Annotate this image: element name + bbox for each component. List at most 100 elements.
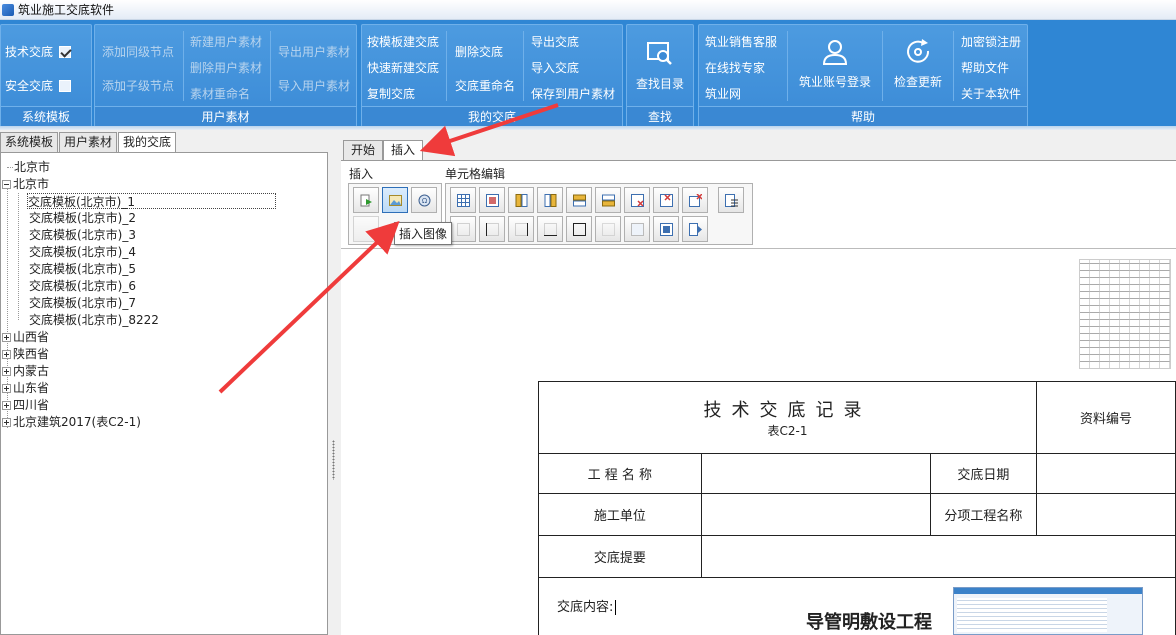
border-all-button[interactable] <box>595 216 621 242</box>
add-child-node-button[interactable]: 添加子级节点 <box>102 78 174 94</box>
tree-item-template-3[interactable]: 交底模板(北京市)_3 <box>29 227 136 243</box>
delete-column-button[interactable] <box>653 187 679 213</box>
table-button[interactable] <box>450 187 476 213</box>
border-top-button[interactable] <box>537 216 563 242</box>
insert-row-above-button[interactable] <box>566 187 592 213</box>
insert-image-button[interactable] <box>382 187 408 213</box>
tree-item-template-7[interactable]: 交底模板(北京市)_7 <box>29 295 136 311</box>
tab-insert[interactable]: 插入 <box>383 140 424 161</box>
tree-item-template-8222[interactable]: 交底模板(北京市)_8222 <box>29 312 159 328</box>
merge-cells-button[interactable] <box>479 187 505 213</box>
form-title-cell[interactable]: 技术交底记录 表C2-1 <box>537 381 1038 454</box>
tree-node-label: 山东省 <box>13 381 50 395</box>
border-inner-button[interactable] <box>624 216 650 242</box>
rename-disclosure-button[interactable]: 交底重命名 <box>455 78 515 94</box>
date-value[interactable] <box>1036 453 1176 494</box>
border-right-button[interactable] <box>508 216 534 242</box>
expand-icon[interactable] <box>2 367 11 376</box>
tab-start[interactable]: 开始 <box>343 140 384 160</box>
tree-node-shaanxi[interactable]: 陕西省 <box>2 346 49 362</box>
add-sibling-node-button[interactable]: 添加同级节点 <box>102 44 174 60</box>
tree-node-beijing[interactable]: 北京市 <box>2 176 49 192</box>
expand-icon[interactable] <box>2 401 11 410</box>
summary-label[interactable]: 交底提要 <box>538 535 702 578</box>
expand-icon[interactable] <box>2 333 11 342</box>
border-outside-button[interactable] <box>566 216 592 242</box>
import-disclosure-button[interactable]: 导入交底 <box>531 60 579 76</box>
insert-symbol-button[interactable]: Ω <box>411 187 437 213</box>
website-button[interactable]: 筑业网 <box>705 86 741 102</box>
copy-disclosure-button[interactable]: 复制交底 <box>367 86 415 102</box>
tree-item-template-4[interactable]: 交底模板(北京市)_4 <box>29 244 136 260</box>
group-system-templates: 技术交底 安全交底 系统模板 <box>0 24 92 127</box>
border-none-button[interactable] <box>450 216 476 242</box>
export-disclosure-button[interactable]: 导出交底 <box>531 34 579 50</box>
save-to-material-button[interactable]: 保存到用户素材 <box>531 86 615 102</box>
about-button[interactable]: 关于本软件 <box>961 86 1021 102</box>
safety-disclosure-checkbox[interactable]: 安全交底 <box>5 78 72 94</box>
help-file-button[interactable]: 帮助文件 <box>961 60 1009 76</box>
contractor-value[interactable] <box>700 493 931 536</box>
project-name-value[interactable] <box>700 453 931 494</box>
expand-icon[interactable] <box>2 418 11 427</box>
insert-file-button[interactable] <box>353 187 379 213</box>
export-material-button[interactable]: 导出用户素材 <box>278 44 350 60</box>
tree-node-inner-mongolia[interactable]: 内蒙古 <box>2 363 49 379</box>
delete-row-button[interactable] <box>624 187 650 213</box>
tree-item-template-2[interactable]: 交底模板(北京市)_2 <box>29 210 136 226</box>
border-left-button[interactable] <box>479 216 505 242</box>
tree-node-sichuan[interactable]: 四川省 <box>2 397 49 413</box>
date-label[interactable]: 交底日期 <box>929 453 1038 494</box>
find-toc-button[interactable]: 查找目录 <box>635 39 685 92</box>
doc-no-label[interactable]: 资料编号 <box>1036 381 1176 454</box>
account-login-button[interactable]: 筑业账号登录 <box>793 37 877 90</box>
embedded-screenshot-image[interactable] <box>953 587 1143 635</box>
import-material-button[interactable]: 导入用户素材 <box>278 78 350 94</box>
panel-splitter[interactable] <box>329 152 339 635</box>
content-heading[interactable]: 导管明敷设工程 <box>806 608 932 634</box>
delete-material-button[interactable]: 删除用户素材 <box>190 60 262 76</box>
project-name-label[interactable]: 工 程 名 称 <box>538 453 702 494</box>
expand-icon[interactable] <box>2 384 11 393</box>
summary-value[interactable] <box>700 535 1176 578</box>
online-expert-button[interactable]: 在线找专家 <box>705 60 765 76</box>
tab-system-templates[interactable]: 系统模板 <box>0 132 59 152</box>
quick-new-disclosure-button[interactable]: 快速新建交底 <box>367 60 439 76</box>
delete-disclosure-button[interactable]: 删除交底 <box>455 44 503 60</box>
contractor-label[interactable]: 施工单位 <box>538 493 702 536</box>
collapse-icon[interactable] <box>2 180 11 189</box>
insert-column-left-button[interactable] <box>508 187 534 213</box>
register-key-button[interactable]: 加密锁注册 <box>961 34 1021 50</box>
insert-column-right-button[interactable] <box>537 187 563 213</box>
table-properties-button[interactable] <box>718 187 744 213</box>
tree-item-template-1[interactable]: 交底模板(北京市)_1 <box>27 193 276 209</box>
tab-my-disclosure[interactable]: 我的交底 <box>118 132 177 153</box>
cell-align-button[interactable] <box>682 216 708 242</box>
tree-node-beijing-root[interactable]: 北京市 <box>14 159 50 175</box>
tab-user-materials[interactable]: 用户素材 <box>59 132 118 152</box>
create-from-template-button[interactable]: 按模板建交底 <box>367 34 439 50</box>
checkbox-unchecked-icon[interactable] <box>59 80 72 92</box>
insert-disabled-button[interactable] <box>353 216 379 242</box>
tree-node-shanxi[interactable]: 山西省 <box>2 329 49 345</box>
sub-project-value[interactable] <box>1036 493 1176 536</box>
sub-project-label[interactable]: 分项工程名称 <box>929 493 1038 536</box>
tree-node-beijing-2017[interactable]: 北京建筑2017(表C2-1) <box>2 414 141 430</box>
insert-column-right-icon <box>544 194 557 207</box>
tree-item-label: 交底模板(北京市)_6 <box>29 279 136 293</box>
insert-row-below-button[interactable] <box>595 187 621 213</box>
cell-shade-button[interactable] <box>653 216 679 242</box>
splitter-grip-icon[interactable] <box>332 440 335 480</box>
checkbox-checked-icon[interactable] <box>59 46 72 58</box>
sales-service-button[interactable]: 筑业销售客服 <box>705 34 777 50</box>
rename-material-button[interactable]: 素材重命名 <box>190 86 250 102</box>
expand-icon[interactable] <box>2 350 11 359</box>
tech-disclosure-checkbox[interactable]: 技术交底 <box>5 44 72 60</box>
new-material-button[interactable]: 新建用户素材 <box>190 34 262 50</box>
tree-item-template-6[interactable]: 交底模板(北京市)_6 <box>29 278 136 294</box>
delete-table-button[interactable] <box>682 187 708 213</box>
page-thumbnail[interactable] <box>1079 259 1171 369</box>
tree-node-shandong[interactable]: 山东省 <box>2 380 49 396</box>
tree-item-template-5[interactable]: 交底模板(北京市)_5 <box>29 261 136 277</box>
check-update-button[interactable]: 检查更新 <box>889 37 947 90</box>
